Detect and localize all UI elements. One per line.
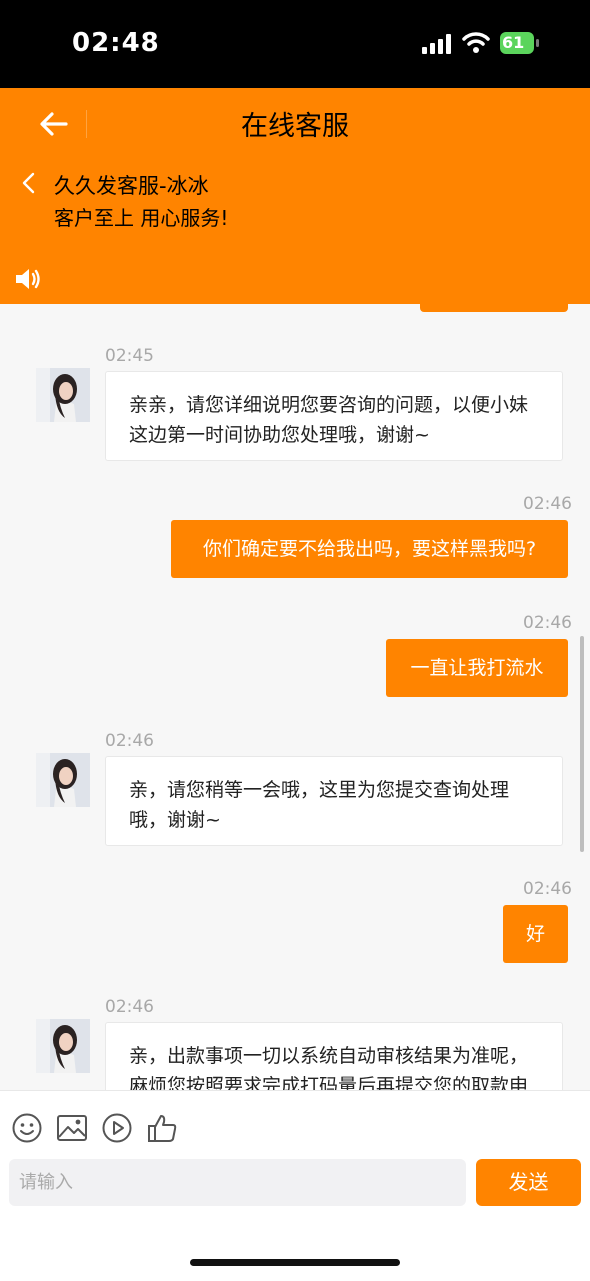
status-time: 02:48 bbox=[72, 28, 160, 58]
scrollbar[interactable] bbox=[580, 636, 584, 852]
agent-name: 久久发客服-冰冰 bbox=[54, 174, 209, 198]
status-bar: 02:48 61 bbox=[0, 0, 590, 88]
agent-avatar bbox=[36, 368, 90, 422]
emoji-icon[interactable] bbox=[11, 1112, 43, 1144]
header-tab bbox=[420, 296, 568, 312]
thumbs-up-icon[interactable] bbox=[146, 1112, 178, 1144]
message-time: 02:46 bbox=[105, 997, 154, 1017]
message-bubble: 亲亲，请您详细说明您要咨询的问题，以便小妹这边第一时间协助您处理哦，谢谢~ bbox=[105, 371, 563, 461]
message-bubble: 一直让我打流水 bbox=[386, 639, 568, 697]
message-bubble: 你们确定要不给我出吗，要这样黑我吗? bbox=[171, 520, 568, 578]
message-time: 02:46 bbox=[523, 613, 572, 633]
message-time: 02:46 bbox=[523, 879, 572, 899]
agent-avatar bbox=[36, 1019, 90, 1073]
agent-avatar bbox=[36, 753, 90, 807]
battery-icon: 61 bbox=[500, 32, 540, 54]
message-time: 02:46 bbox=[105, 731, 154, 751]
video-icon[interactable] bbox=[101, 1112, 133, 1144]
message-bubble: 亲，请您稍等一会哦，这里为您提交查询处理哦，谢谢~ bbox=[105, 756, 563, 846]
chevron-left-icon[interactable] bbox=[20, 172, 38, 194]
message-time: 02:46 bbox=[523, 494, 572, 514]
avatar-image bbox=[36, 368, 90, 422]
agent-slogan: 客户至上 用心服务! bbox=[54, 206, 229, 230]
image-icon[interactable] bbox=[56, 1112, 88, 1144]
avatar-image bbox=[36, 753, 90, 807]
cellular-signal-icon bbox=[422, 34, 451, 54]
battery-level: 61 bbox=[502, 33, 525, 52]
speaker-icon[interactable] bbox=[14, 266, 42, 292]
page-title: 在线客服 bbox=[241, 111, 349, 142]
avatar-image bbox=[36, 1019, 90, 1073]
send-button[interactable]: 发送 bbox=[476, 1159, 581, 1206]
wifi-icon bbox=[462, 32, 490, 53]
message-time: 02:45 bbox=[105, 346, 154, 366]
message-input[interactable] bbox=[9, 1159, 466, 1206]
home-indicator[interactable] bbox=[190, 1259, 400, 1266]
message-bubble: 好 bbox=[503, 905, 568, 963]
